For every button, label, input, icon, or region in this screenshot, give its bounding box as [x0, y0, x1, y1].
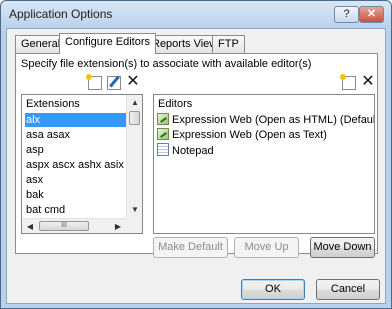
dialog-body: General Configure Editors Reports View F… — [6, 28, 386, 304]
add-editor-icon[interactable] — [340, 74, 356, 90]
scroll-up-icon[interactable]: ▲ — [127, 95, 142, 111]
editors-header: Editors — [158, 98, 193, 110]
extensions-horizontal-scrollbar[interactable]: ◀ III ▶ — [22, 218, 126, 233]
list-item[interactable]: asa asax — [25, 128, 70, 142]
delete-extension-icon[interactable]: ✕ — [126, 74, 140, 90]
tab-ftp[interactable]: FTP — [212, 35, 245, 53]
make-default-button[interactable]: Make Default — [153, 237, 228, 258]
add-extension-icon[interactable] — [86, 74, 102, 90]
vertical-scroll-thumb[interactable] — [129, 111, 140, 125]
list-item-alx[interactable]: alx — [25, 113, 126, 127]
editor-label: Expression Web (Open as Text) — [172, 129, 327, 141]
scroll-right-icon[interactable]: ▶ — [110, 219, 126, 233]
scroll-left-icon[interactable]: ◀ — [22, 219, 38, 233]
tab-configure-editors[interactable]: Configure Editors — [59, 33, 156, 54]
list-item[interactable]: asp — [25, 143, 44, 157]
extensions-vertical-scrollbar[interactable]: ▲ ▼ — [126, 95, 142, 218]
help-button[interactable]: ? — [334, 6, 359, 23]
close-button[interactable]: ✕ — [359, 6, 384, 23]
expression-web-icon — [157, 113, 169, 125]
list-item[interactable]: asx — [25, 173, 43, 187]
edit-extension-icon[interactable] — [107, 76, 121, 90]
editor-label: Expression Web (Open as HTML) (Default) — [172, 114, 375, 126]
list-item[interactable]: aspx ascx ashx asix as — [25, 158, 139, 172]
configure-editors-panel: Specify file extension(s) to associate w… — [15, 53, 378, 258]
scrollbar-corner — [126, 218, 142, 233]
extensions-list[interactable]: Extensions alx asa asax asp aspx ascx as… — [21, 94, 143, 234]
extensions-header: Extensions — [26, 98, 80, 110]
ok-button[interactable]: OK — [241, 279, 305, 300]
editor-item-expression-web-text[interactable]: Expression Web (Open as Text) — [157, 128, 327, 143]
list-item[interactable]: bat cmd — [25, 203, 65, 217]
expression-web-icon — [157, 128, 169, 140]
move-up-button[interactable]: Move Up — [234, 237, 299, 258]
list-item[interactable]: bak — [25, 188, 44, 202]
delete-editor-icon[interactable]: ✕ — [361, 74, 375, 90]
editor-item-expression-web-html[interactable]: Expression Web (Open as HTML) (Default) — [157, 113, 375, 128]
title-bar: Application Options ? ✕ — [1, 1, 391, 27]
panel-description: Specify file extension(s) to associate w… — [21, 58, 312, 70]
horizontal-scroll-thumb[interactable]: III — [39, 221, 89, 231]
editor-item-notepad[interactable]: Notepad — [157, 143, 214, 158]
notepad-icon — [157, 143, 169, 156]
editor-label: Notepad — [172, 145, 214, 157]
window-title: Application Options — [9, 7, 113, 21]
editors-list[interactable]: Editors Expression Web (Open as HTML) (D… — [153, 94, 375, 234]
cancel-button[interactable]: Cancel — [316, 279, 380, 300]
scroll-down-icon[interactable]: ▼ — [127, 202, 142, 218]
application-options-dialog: Application Options ? ✕ General Configur… — [0, 0, 392, 309]
move-down-button[interactable]: Move Down — [310, 237, 375, 258]
